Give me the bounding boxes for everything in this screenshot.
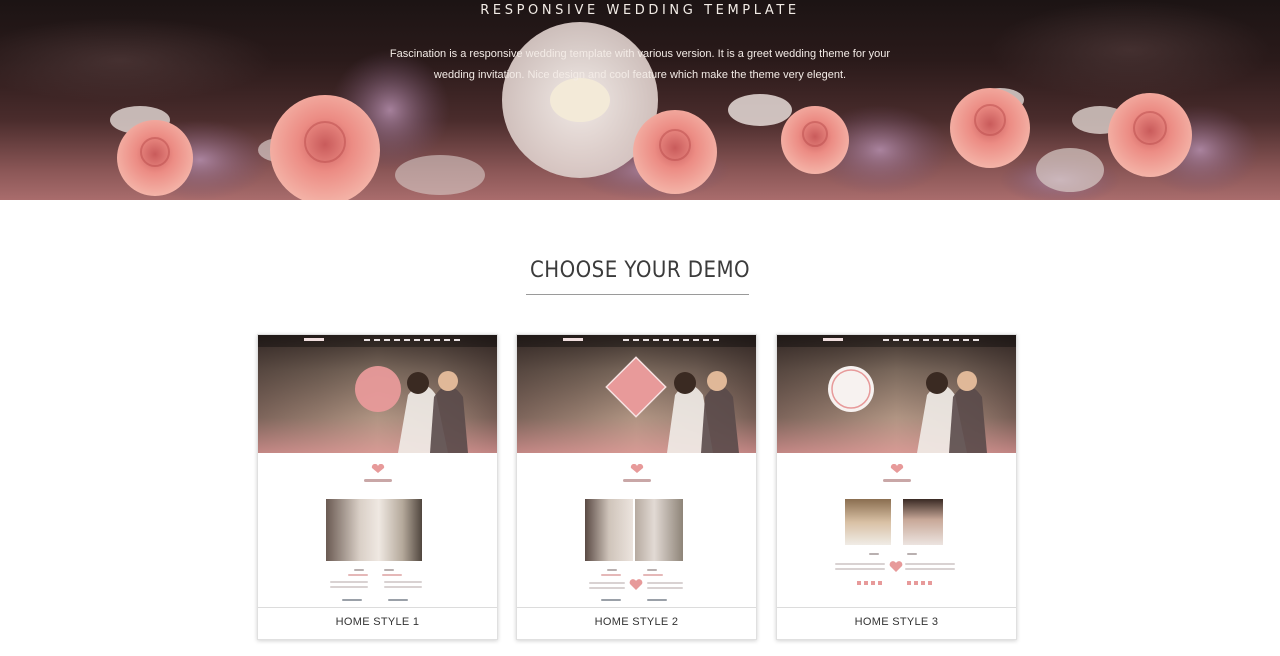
preview-couple-scene (355, 366, 468, 453)
card-divider (517, 607, 756, 608)
social-hearts (857, 581, 883, 585)
heart-logo-icon (630, 464, 644, 473)
preview-content (777, 453, 1016, 607)
heart-logo-icon (890, 464, 904, 473)
demo-card-home-style-3[interactable]: HOME STYLE 3 (776, 334, 1017, 640)
demo-card-label[interactable]: HOME STYLE 2 (517, 616, 756, 628)
hero-description-line-2: wedding invitation. Nice design and cool… (433, 69, 847, 81)
demo-preview-image[interactable] (517, 335, 756, 607)
preview-couple-scene (605, 356, 739, 453)
heart-icon (889, 561, 903, 572)
demo-card-home-style-2[interactable]: HOME STYLE 2 (516, 334, 757, 640)
rose-decoration (110, 22, 1260, 200)
demo-card-label[interactable]: HOME STYLE 1 (258, 616, 497, 628)
hero-description: Fascination is a responsive wedding temp… (380, 44, 900, 86)
hero-title: RESPONSIVE WEDDING TEMPLATE (480, 3, 800, 18)
couple-photo (326, 499, 422, 561)
heart-logo-icon (371, 464, 385, 473)
hero-description-line-1: Fascination is a responsive wedding temp… (389, 48, 891, 60)
groom-portrait (845, 499, 891, 545)
demo-preview-image[interactable] (258, 335, 497, 607)
preview-couple-scene (828, 366, 987, 453)
demo-preview-image[interactable] (777, 335, 1016, 607)
card-divider (777, 607, 1016, 608)
demo-card-home-style-1[interactable]: HOME STYLE 1 (257, 334, 498, 640)
preview-content (517, 453, 756, 607)
demo-card-label[interactable]: HOME STYLE 3 (777, 616, 1016, 628)
card-divider (258, 607, 497, 608)
hero-banner: RESPONSIVE WEDDING TEMPLATE Fascination … (0, 0, 1280, 200)
groom-photo (635, 499, 683, 561)
social-hearts (907, 581, 933, 585)
section-title: CHOOSE YOUR DEMO (529, 258, 751, 283)
heart-icon (629, 579, 643, 590)
preview-content (258, 453, 497, 607)
section-title-underline (526, 294, 749, 295)
bride-portrait (903, 499, 943, 545)
bride-photo (585, 499, 633, 561)
